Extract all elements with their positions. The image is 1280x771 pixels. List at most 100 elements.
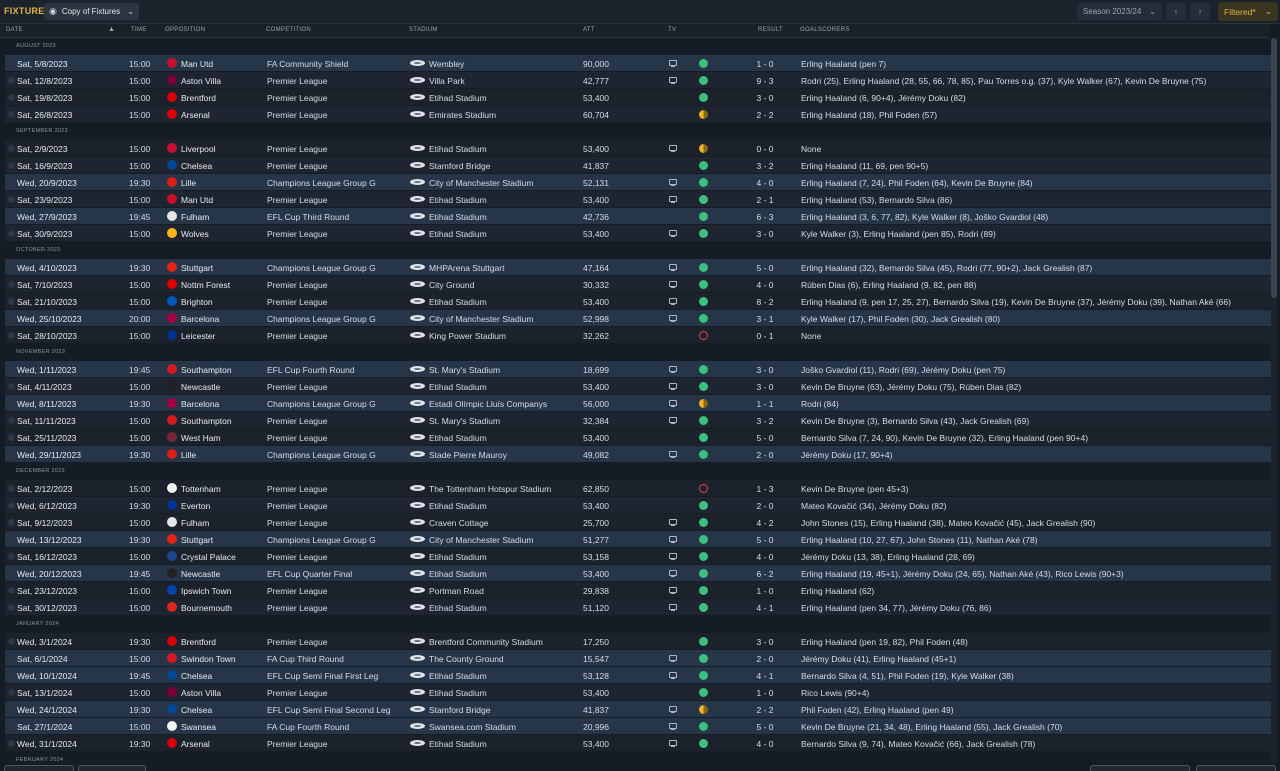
bottom-button-2[interactable] bbox=[78, 765, 146, 771]
row-select-dot[interactable] bbox=[8, 570, 15, 577]
competition-link[interactable]: Premier League bbox=[267, 297, 327, 307]
opposition-link[interactable]: Arsenal bbox=[181, 739, 210, 749]
opposition-link[interactable]: Nottm Forest bbox=[181, 280, 230, 290]
table-row[interactable]: Sat, 5/8/2023 15:00 Man Utd FA Community Sh… bbox=[5, 55, 1271, 72]
match-score[interactable]: 3 - 0 bbox=[745, 365, 785, 375]
table-row[interactable]: Wed, 27/9/2023 19:45 Fulham EFL Cup Third R… bbox=[5, 208, 1271, 225]
row-select-dot[interactable] bbox=[8, 162, 15, 169]
row-select-dot[interactable] bbox=[8, 77, 15, 84]
table-row[interactable]: Sat, 2/9/2023 15:00 Liverpool Premier Leagu… bbox=[5, 140, 1271, 157]
table-row[interactable]: Wed, 25/10/2023 20:00 Barcelona Champions L… bbox=[5, 310, 1271, 327]
row-select-dot[interactable] bbox=[8, 264, 15, 271]
competition-link[interactable]: Premier League bbox=[267, 433, 327, 443]
competition-link[interactable]: Champions League Group G bbox=[267, 263, 376, 273]
row-select-dot[interactable] bbox=[8, 213, 15, 220]
opposition-link[interactable]: Bournemouth bbox=[181, 603, 232, 613]
match-score[interactable]: 3 - 1 bbox=[745, 314, 785, 324]
row-select-dot[interactable] bbox=[8, 451, 15, 458]
view-selector[interactable]: ◉ Copy of Fixtures ⌄ bbox=[44, 3, 139, 20]
row-select-dot[interactable] bbox=[8, 689, 15, 696]
match-score[interactable]: 4 - 1 bbox=[745, 603, 785, 613]
table-row[interactable]: Sat, 12/8/2023 15:00 Aston Villa Premier Le… bbox=[5, 72, 1271, 89]
competition-link[interactable]: EFL Cup Semi Final Second Leg bbox=[267, 705, 390, 715]
competition-link[interactable]: Premier League bbox=[267, 416, 327, 426]
match-score[interactable]: 2 - 2 bbox=[745, 110, 785, 120]
column-opposition[interactable]: OPPOSITION bbox=[165, 27, 205, 33]
table-row[interactable]: Wed, 3/1/2024 19:30 Brentford Premier Leagu… bbox=[5, 633, 1271, 650]
opposition-link[interactable]: Chelsea bbox=[181, 705, 212, 715]
table-row[interactable]: Sat, 9/12/2023 15:00 Fulham Premier League C… bbox=[5, 514, 1271, 531]
opposition-link[interactable]: Everton bbox=[181, 501, 210, 511]
match-score[interactable]: 3 - 0 bbox=[745, 229, 785, 239]
competition-link[interactable]: EFL Cup Third Round bbox=[267, 212, 349, 222]
previous-button[interactable]: ‹ bbox=[1166, 3, 1186, 20]
row-select-dot[interactable] bbox=[8, 332, 15, 339]
match-score[interactable]: 1 - 0 bbox=[745, 688, 785, 698]
match-score[interactable]: 5 - 0 bbox=[745, 433, 785, 443]
row-select-dot[interactable] bbox=[8, 706, 15, 713]
competition-link[interactable]: Premier League bbox=[267, 144, 327, 154]
match-score[interactable]: 5 - 0 bbox=[745, 722, 785, 732]
opposition-link[interactable]: Chelsea bbox=[181, 671, 212, 681]
match-score[interactable]: 5 - 0 bbox=[745, 263, 785, 273]
table-row[interactable]: Wed, 29/11/2023 19:30 Lille Champions Leagu… bbox=[5, 446, 1271, 463]
column-time[interactable]: TIME bbox=[131, 27, 147, 33]
opposition-link[interactable]: Wolves bbox=[181, 229, 209, 239]
row-select-dot[interactable] bbox=[8, 536, 15, 543]
table-row[interactable]: Sat, 19/8/2023 15:00 Brentford Premier Leag… bbox=[5, 89, 1271, 106]
competition-link[interactable]: Premier League bbox=[267, 161, 327, 171]
table-row[interactable]: Sat, 6/1/2024 15:00 Swindon Town FA Cup Thi… bbox=[5, 650, 1271, 667]
match-score[interactable]: 2 - 0 bbox=[745, 654, 785, 664]
table-row[interactable]: Sat, 30/12/2023 15:00 Bournemouth Premier L… bbox=[5, 599, 1271, 616]
competition-link[interactable]: Premier League bbox=[267, 484, 327, 494]
competition-link[interactable]: Champions League Group G bbox=[267, 535, 376, 545]
row-select-dot[interactable] bbox=[8, 400, 15, 407]
competition-link[interactable]: FA Cup Fourth Round bbox=[267, 722, 349, 732]
row-select-dot[interactable] bbox=[8, 60, 15, 67]
table-row[interactable]: Wed, 10/1/2024 19:45 Chelsea EFL Cup Semi F… bbox=[5, 667, 1271, 684]
row-select-dot[interactable] bbox=[8, 723, 15, 730]
competition-link[interactable]: Premier League bbox=[267, 739, 327, 749]
scrollbar[interactable] bbox=[1271, 38, 1277, 763]
competition-link[interactable]: Premier League bbox=[267, 93, 327, 103]
table-row[interactable]: Sat, 28/10/2023 15:00 Leicester Premier Lea… bbox=[5, 327, 1271, 344]
competition-link[interactable]: Premier League bbox=[267, 518, 327, 528]
column-date[interactable]: DATE bbox=[6, 27, 23, 33]
table-row[interactable]: Sat, 23/12/2023 15:00 Ipswich Town Premier … bbox=[5, 582, 1271, 599]
opposition-link[interactable]: Stuttgart bbox=[181, 535, 213, 545]
row-select-dot[interactable] bbox=[8, 553, 15, 560]
table-row[interactable]: Sat, 23/9/2023 15:00 Man Utd Premier League… bbox=[5, 191, 1271, 208]
competition-link[interactable]: EFL Cup Quarter Final bbox=[267, 569, 352, 579]
opposition-link[interactable]: Newcastle bbox=[181, 569, 220, 579]
row-select-dot[interactable] bbox=[8, 604, 15, 611]
table-row[interactable]: Wed, 4/10/2023 19:30 Stuttgart Champions Le… bbox=[5, 259, 1271, 276]
opposition-link[interactable]: Lille bbox=[181, 178, 196, 188]
competition-link[interactable]: Premier League bbox=[267, 382, 327, 392]
season-selector[interactable]: Season 2023/24 ⌄ bbox=[1077, 3, 1162, 20]
table-row[interactable]: Wed, 31/1/2024 19:30 Arsenal Premier League… bbox=[5, 735, 1271, 752]
table-row[interactable]: Wed, 20/12/2023 19:45 Newcastle EFL Cup Qua… bbox=[5, 565, 1271, 582]
next-button[interactable]: › bbox=[1190, 3, 1210, 20]
match-score[interactable]: 4 - 0 bbox=[745, 739, 785, 749]
competition-link[interactable]: Premier League bbox=[267, 195, 327, 205]
row-select-dot[interactable] bbox=[8, 434, 15, 441]
table-row[interactable]: Sat, 26/8/2023 15:00 Arsenal Premier League… bbox=[5, 106, 1271, 123]
match-score[interactable]: 3 - 0 bbox=[745, 637, 785, 647]
competition-link[interactable]: Premier League bbox=[267, 280, 327, 290]
opposition-link[interactable]: Swansea bbox=[181, 722, 216, 732]
competition-link[interactable]: Premier League bbox=[267, 76, 327, 86]
match-score[interactable]: 4 - 1 bbox=[745, 671, 785, 681]
competition-link[interactable]: Champions League Group G bbox=[267, 450, 376, 460]
competition-link[interactable]: EFL Cup Fourth Round bbox=[267, 365, 355, 375]
row-select-dot[interactable] bbox=[8, 587, 15, 594]
competition-link[interactable]: Premier League bbox=[267, 688, 327, 698]
filter-dropdown[interactable]: Filtered* ⌄ bbox=[1218, 2, 1278, 21]
opposition-link[interactable]: Southampton bbox=[181, 365, 232, 375]
column-competition[interactable]: COMPETITION bbox=[266, 27, 311, 33]
row-select-dot[interactable] bbox=[8, 655, 15, 662]
match-score[interactable]: 4 - 2 bbox=[745, 518, 785, 528]
opposition-link[interactable]: West Ham bbox=[181, 433, 221, 443]
table-row[interactable]: Sat, 11/11/2023 15:00 Southampton Premier L… bbox=[5, 412, 1271, 429]
opposition-link[interactable]: Aston Villa bbox=[181, 76, 221, 86]
table-row[interactable]: Wed, 6/12/2023 19:30 Everton Premier League… bbox=[5, 497, 1271, 514]
